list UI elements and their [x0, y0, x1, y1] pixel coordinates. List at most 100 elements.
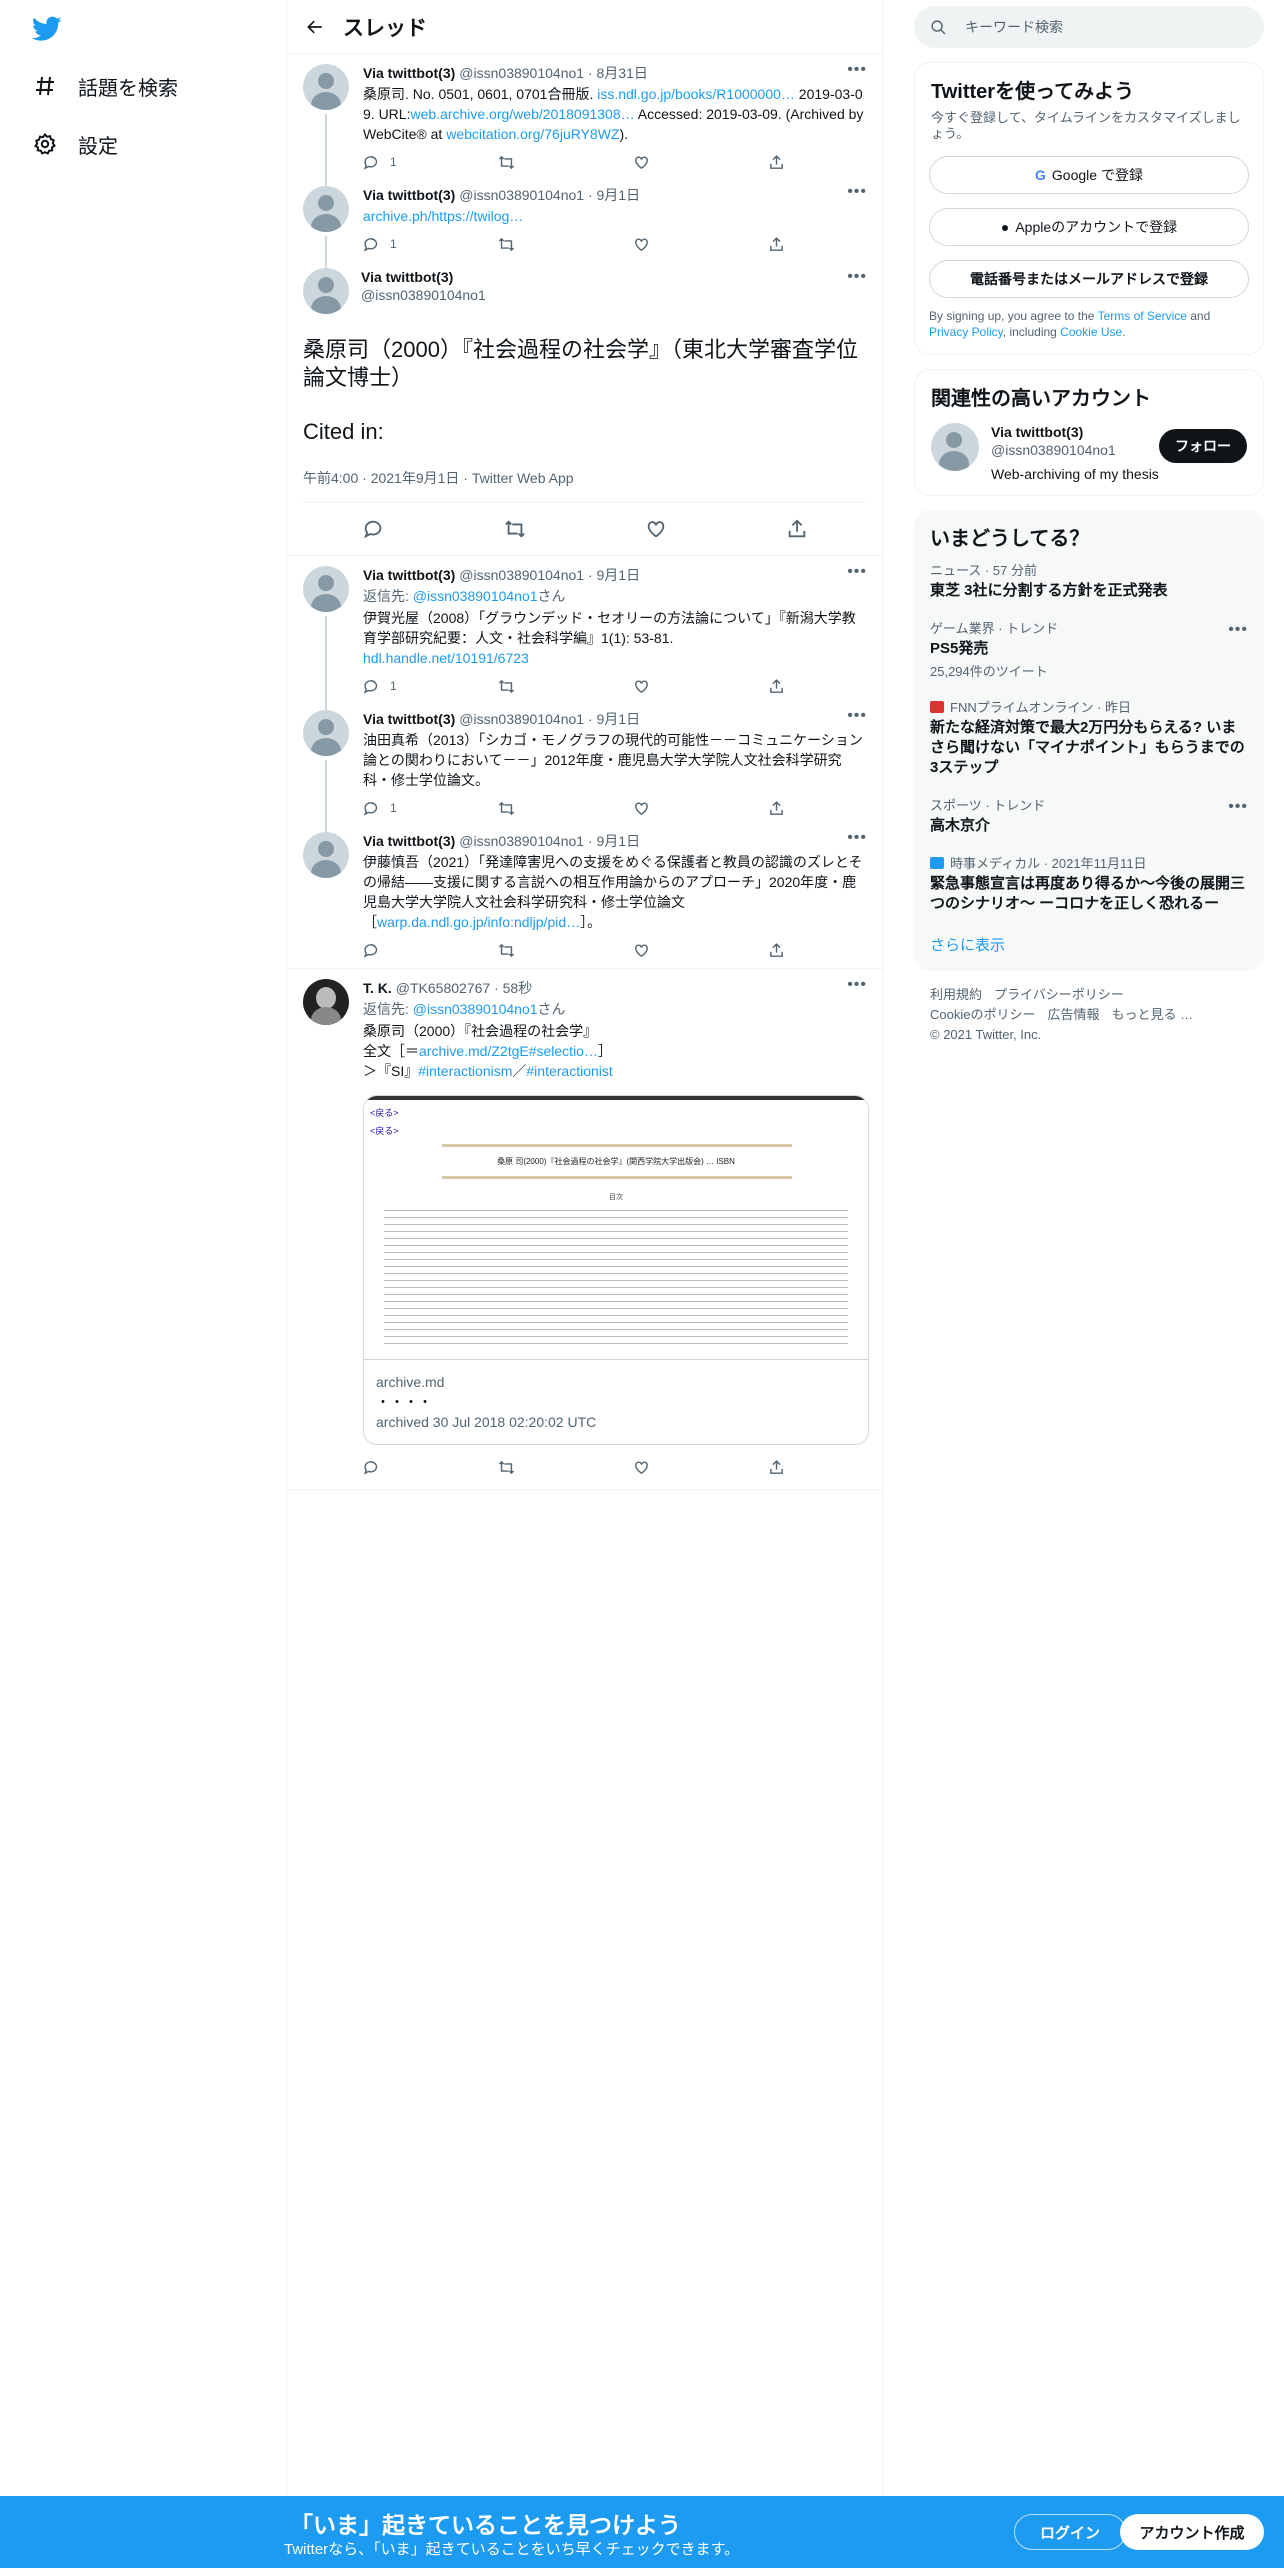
- share-button[interactable]: [768, 942, 795, 959]
- login-button[interactable]: ログイン: [1014, 2514, 1126, 2550]
- like-button[interactable]: [633, 942, 743, 959]
- hashtag-link[interactable]: #interactionist: [526, 1063, 612, 1079]
- retweet-button[interactable]: [498, 1459, 608, 1476]
- author-handle[interactable]: @TK65802767: [396, 979, 490, 997]
- like-button[interactable]: [633, 154, 743, 171]
- retweet-button[interactable]: [498, 154, 608, 171]
- avatar[interactable]: [303, 566, 349, 612]
- retweet-icon[interactable]: [504, 518, 526, 540]
- avatar[interactable]: [303, 268, 349, 314]
- share-icon[interactable]: [786, 518, 808, 540]
- avatar[interactable]: [303, 710, 349, 756]
- like-button[interactable]: [633, 800, 743, 817]
- footer-ads-link[interactable]: 広告情報: [1047, 1007, 1099, 1022]
- retweet-button[interactable]: [498, 236, 608, 253]
- tweet-link[interactable]: warp.da.ndl.go.jp/info:ndljp/pid…: [377, 914, 580, 930]
- trend-item[interactable]: ゲーム業界 · トレンド PS5発売 25,294件のツイート •••: [914, 609, 1264, 688]
- author-name[interactable]: Via twittbot(3): [363, 832, 455, 850]
- author-name[interactable]: Via twittbot(3): [363, 64, 455, 82]
- reply-button[interactable]: 1: [363, 800, 473, 817]
- like-button[interactable]: [633, 236, 743, 253]
- share-button[interactable]: [768, 800, 795, 817]
- reply-button[interactable]: 1: [363, 678, 473, 695]
- nav-explore[interactable]: 話題を検索: [32, 66, 178, 106]
- share-button[interactable]: [768, 678, 795, 695]
- retweet-button[interactable]: [498, 800, 608, 817]
- tweet-date[interactable]: 9月1日: [597, 832, 641, 850]
- link-card[interactable]: <戻る> <戻る> 桑原 司(2000)『社会過程の社会学』(関西学院大学出版会…: [363, 1095, 869, 1445]
- apple-signup-button[interactable]: ● Appleのアカウントで登録: [929, 208, 1249, 246]
- share-button[interactable]: [768, 154, 795, 171]
- more-icon[interactable]: •••: [847, 977, 867, 993]
- create-account-button[interactable]: アカウント作成: [1120, 2514, 1264, 2550]
- author-name[interactable]: Via twittbot(3): [363, 186, 455, 204]
- reply-tweet[interactable]: T. K. @TK65802767 · 58秒 ••• 返信先: @issn03…: [287, 969, 883, 1490]
- thread-tweet[interactable]: Via twittbot(3) @issn03890104no1 · 8月31日…: [287, 54, 883, 214]
- reply-to-link[interactable]: @issn03890104no1: [413, 588, 538, 604]
- more-icon[interactable]: •••: [847, 564, 867, 580]
- cookie-link[interactable]: Cookie Use: [1060, 325, 1122, 339]
- more-icon[interactable]: •••: [847, 184, 867, 200]
- hashtag-link[interactable]: #interactionism: [418, 1063, 512, 1079]
- search-input[interactable]: キーワード検索: [914, 6, 1264, 48]
- retweet-button[interactable]: [498, 678, 608, 695]
- reply-to-link[interactable]: @issn03890104no1: [413, 1001, 538, 1017]
- author-name[interactable]: Via twittbot(3): [363, 566, 455, 584]
- footer-more-link[interactable]: もっと見る …: [1111, 1007, 1193, 1022]
- account-name[interactable]: Via twittbot(3): [991, 423, 1159, 441]
- share-button[interactable]: [768, 236, 795, 253]
- share-button[interactable]: [768, 1459, 795, 1476]
- avatar[interactable]: [303, 64, 349, 110]
- like-button[interactable]: [633, 1459, 743, 1476]
- trend-item[interactable]: FNNプライムオンライン · 昨日 新たな経済対策で最大2万円分もらえる? いま…: [914, 688, 1264, 786]
- author-handle[interactable]: @issn03890104no1: [459, 64, 584, 82]
- footer-terms-link[interactable]: 利用規約: [930, 987, 982, 1002]
- trend-item[interactable]: ニュース · 57 分前 東芝 3社に分割する方針を正式発表: [914, 551, 1264, 609]
- reply-button[interactable]: 1: [363, 236, 473, 253]
- show-more-link[interactable]: さらに表示: [914, 922, 1264, 971]
- author-handle[interactable]: @issn03890104no1: [459, 710, 584, 728]
- google-signup-button[interactable]: G Google で登録: [929, 156, 1249, 194]
- tweet-link[interactable]: webcitation.org/76juRY8WZ: [446, 126, 619, 142]
- avatar[interactable]: [931, 423, 979, 471]
- tweet-date[interactable]: 9月1日: [597, 710, 641, 728]
- more-icon[interactable]: •••: [847, 708, 867, 724]
- nav-settings[interactable]: 設定: [32, 124, 118, 164]
- back-arrow-icon[interactable]: [287, 0, 343, 54]
- tweet-link[interactable]: web.archive.org/web/2018091308…: [410, 106, 634, 122]
- trend-item[interactable]: スポーツ · トレンド 高木京介 •••: [914, 786, 1264, 844]
- privacy-link[interactable]: Privacy Policy: [929, 325, 1003, 339]
- reply-tweet[interactable]: Via twittbot(3) @issn03890104no1 · 9月1日 …: [287, 826, 883, 969]
- reply-button[interactable]: [363, 1459, 473, 1476]
- more-icon[interactable]: •••: [847, 62, 867, 78]
- footer-privacy-link[interactable]: プライバシーポリシー: [994, 987, 1124, 1002]
- terms-link[interactable]: Terms of Service: [1098, 309, 1187, 323]
- more-icon[interactable]: •••: [1228, 798, 1248, 816]
- more-icon[interactable]: •••: [847, 830, 867, 846]
- account-item[interactable]: Via twittbot(3) @issn03890104no1 Web-arc…: [915, 411, 1263, 495]
- heart-icon[interactable]: [645, 518, 667, 540]
- retweet-button[interactable]: [498, 942, 608, 959]
- reply-button[interactable]: 1: [363, 154, 473, 171]
- author-name[interactable]: Via twittbot(3): [363, 710, 455, 728]
- tweet-date[interactable]: 8月31日: [597, 64, 648, 82]
- tweet-link[interactable]: archive.md/Z2tgE#selectio…: [419, 1043, 598, 1059]
- author-handle[interactable]: @issn03890104no1: [459, 566, 584, 584]
- like-button[interactable]: [633, 678, 743, 695]
- tweet-date[interactable]: 9月1日: [597, 566, 641, 584]
- tweet-link[interactable]: hdl.handle.net/10191/6723: [363, 650, 529, 666]
- account-handle[interactable]: @issn03890104no1: [991, 442, 1116, 458]
- more-icon[interactable]: •••: [1228, 621, 1248, 639]
- reply-tweet[interactable]: Via twittbot(3) @issn03890104no1 · 9月1日 …: [287, 556, 883, 736]
- avatar[interactable]: [303, 979, 349, 1025]
- footer-cookie-link[interactable]: Cookieのポリシー: [930, 1007, 1035, 1022]
- tweet-date[interactable]: 9月1日: [597, 186, 641, 204]
- author-name[interactable]: T. K.: [363, 979, 392, 997]
- tweet-link[interactable]: iss.ndl.go.jp/books/R1000000…: [597, 86, 795, 102]
- thread-tweet[interactable]: Via twittbot(3) @issn03890104no1 · 9月1日 …: [287, 180, 883, 286]
- avatar[interactable]: [303, 186, 349, 232]
- reply-tweet[interactable]: Via twittbot(3) @issn03890104no1 · 9月1日 …: [287, 704, 883, 848]
- tweet-date[interactable]: 58秒: [503, 979, 533, 997]
- trend-item[interactable]: 時事メディカル · 2021年11月11日 緊急事態宣言は再度あり得るか～今後の…: [914, 844, 1264, 922]
- author-handle[interactable]: @issn03890104no1: [459, 832, 584, 850]
